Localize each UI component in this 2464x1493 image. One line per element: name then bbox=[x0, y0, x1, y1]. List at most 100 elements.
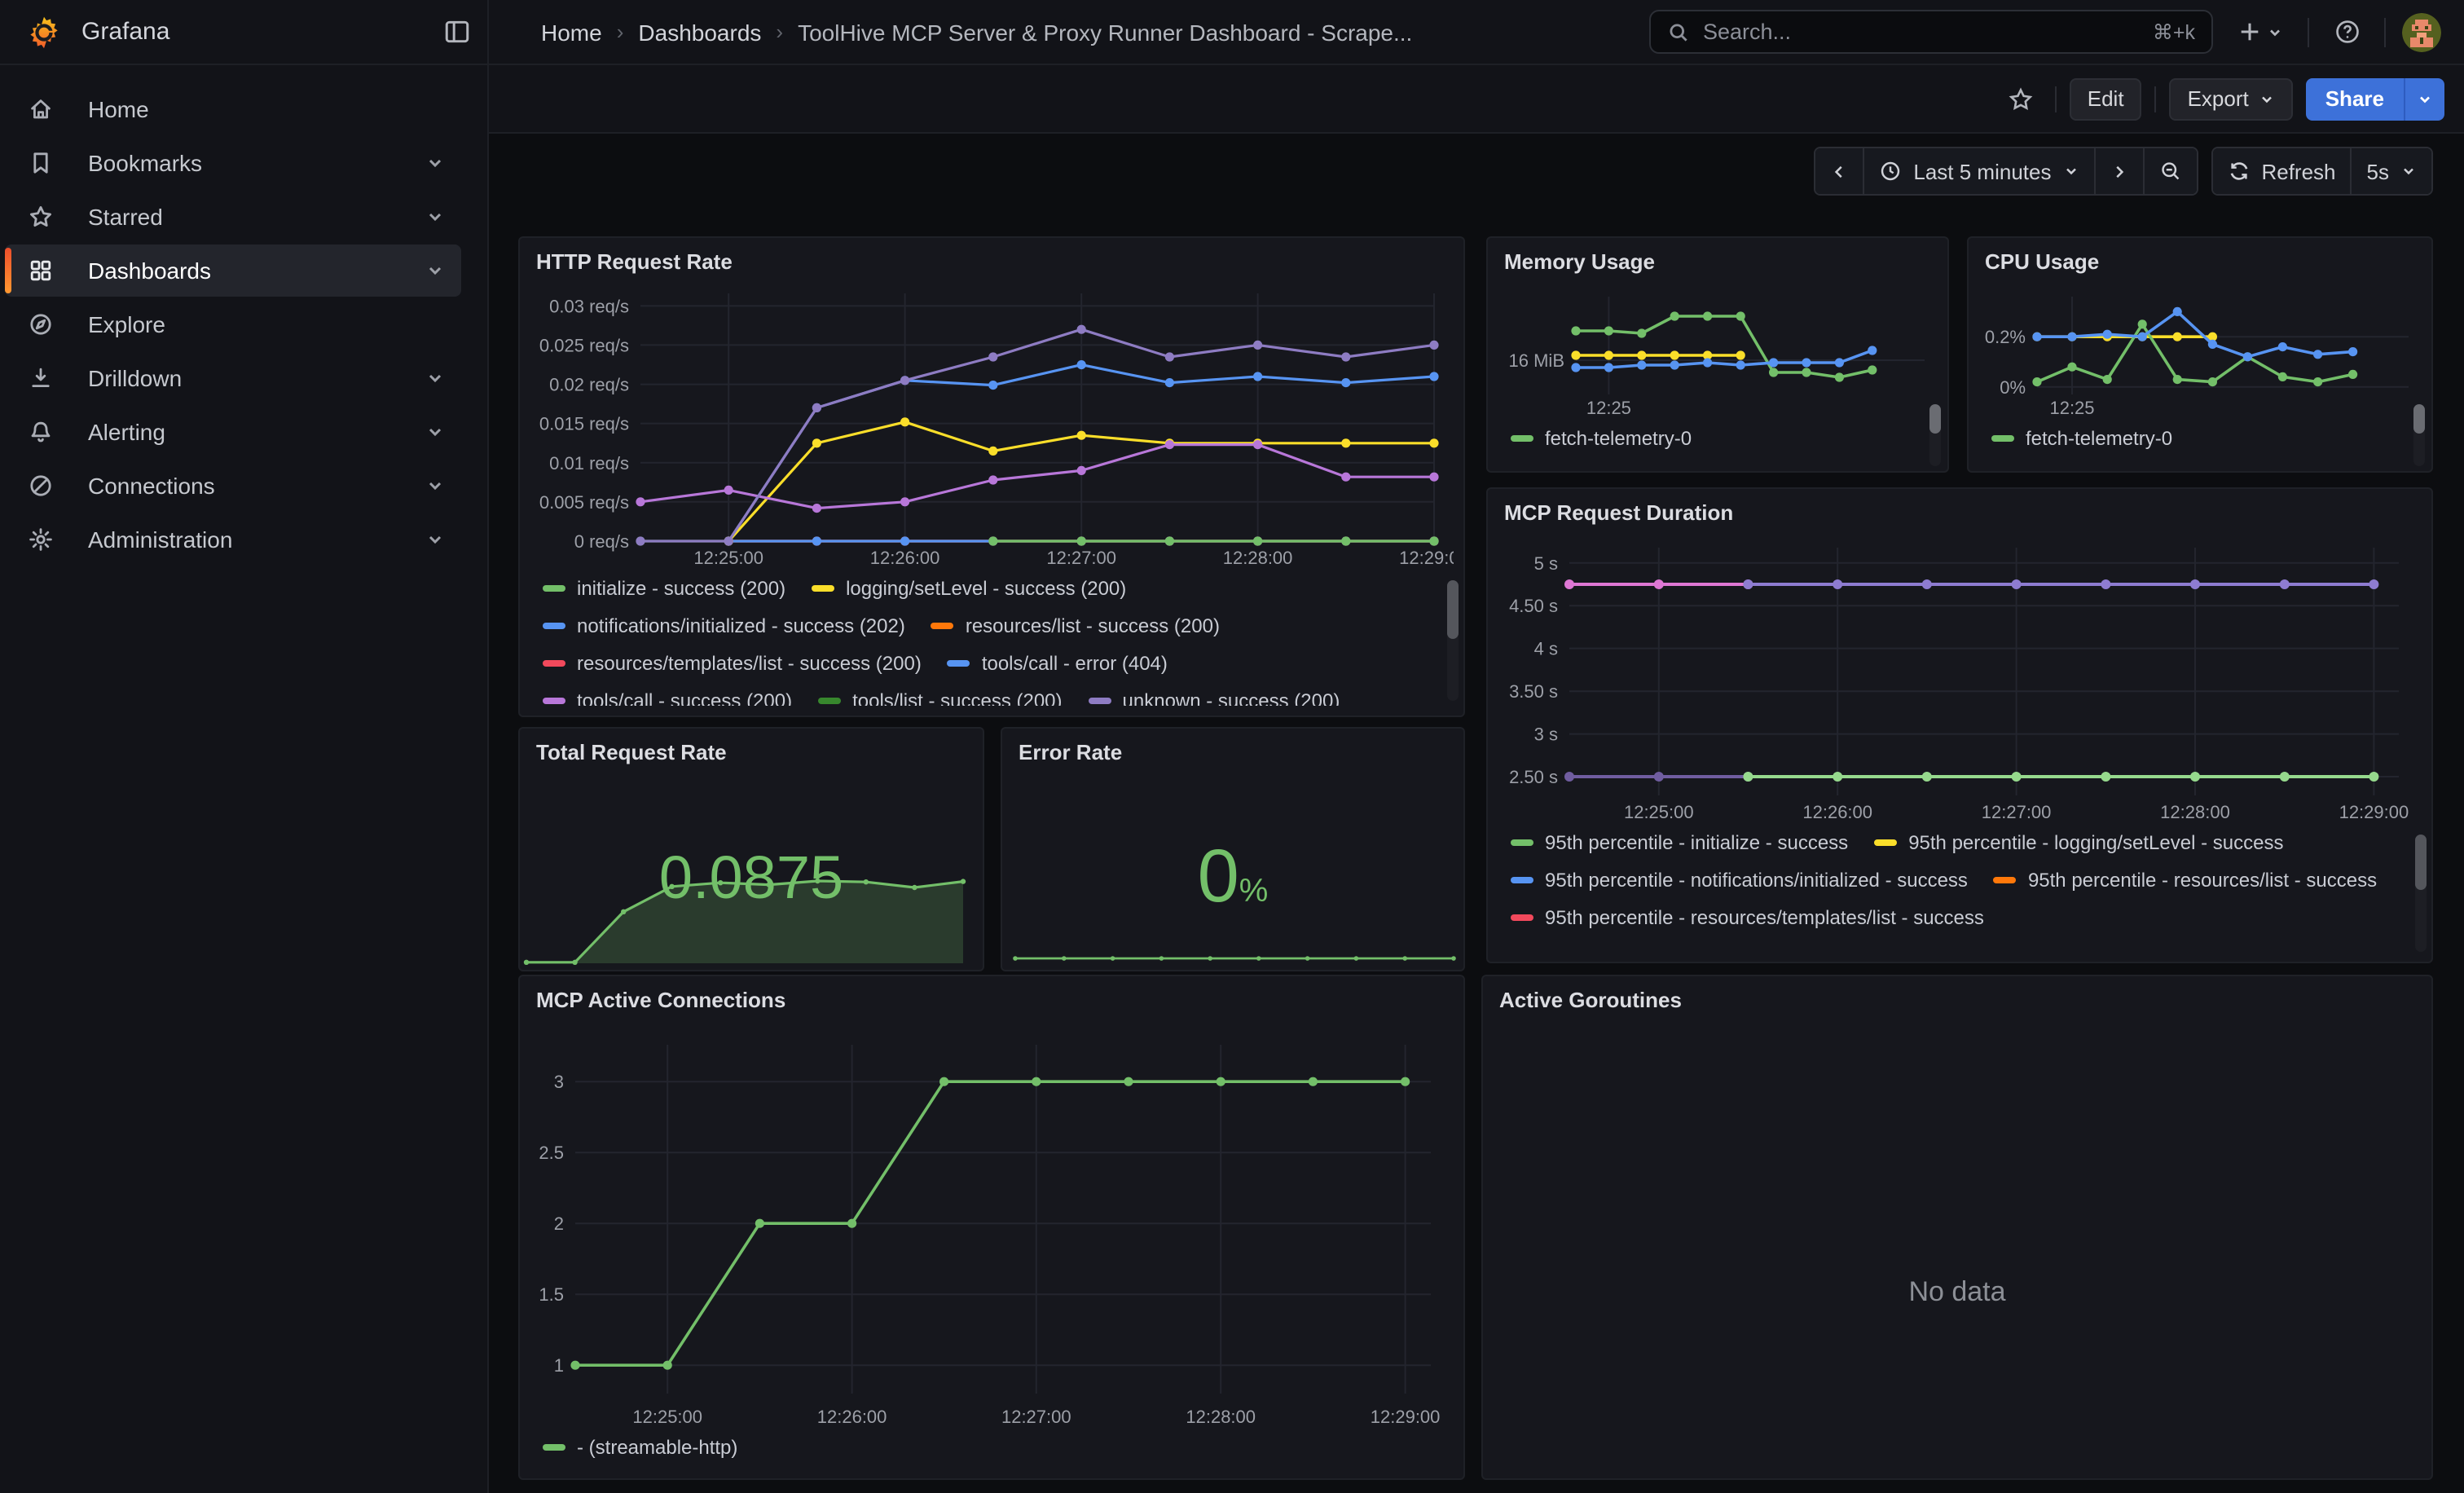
sidebar-item-dashboards[interactable]: Dashboards bbox=[5, 244, 461, 297]
breadcrumb-dashboards[interactable]: Dashboards bbox=[638, 19, 761, 45]
legend-item-tools-call-success-200-[interactable]: tools/call - success (200) bbox=[543, 689, 792, 706]
sidebar-item-connections[interactable]: Connections bbox=[5, 460, 461, 512]
legend-item-tools-list-success-200-[interactable]: tools/list - success (200) bbox=[818, 689, 1062, 706]
sidebar-item-alerting[interactable]: Alerting bbox=[5, 406, 461, 458]
panel-title[interactable]: Error Rate bbox=[1002, 729, 1463, 764]
legend-item-logging-setlevel-success-200-[interactable]: logging/setLevel - success (200) bbox=[812, 577, 1126, 600]
chevron-down-icon[interactable] bbox=[425, 422, 445, 442]
sidebar-item-home[interactable]: Home bbox=[5, 83, 461, 135]
legend-item--streamable-http-[interactable]: - (streamable-http) bbox=[543, 1436, 737, 1459]
time-shift-back-button[interactable] bbox=[1815, 148, 1864, 194]
time-range-picker[interactable]: Last 5 minutes bbox=[1864, 148, 2095, 194]
legend-item-resources-templates-list-success-200-[interactable]: resources/templates/list - success (200) bbox=[543, 652, 922, 675]
legend-item-unknown-success-200-[interactable]: unknown - success (200) bbox=[1089, 689, 1340, 706]
legend-scrollbar[interactable] bbox=[2413, 404, 2425, 466]
legend-item-resources-list-success-200-[interactable]: resources/list - success (200) bbox=[931, 614, 1220, 637]
stat-value: 0.0875 bbox=[520, 846, 983, 911]
legend-item-95th-percentile-resources-list-success[interactable]: 95th percentile - resources/list - succe… bbox=[1994, 869, 2377, 892]
breadcrumb-home[interactable]: Home bbox=[541, 19, 602, 45]
legend-color-pill bbox=[1511, 435, 1533, 442]
chevron-down-icon[interactable] bbox=[425, 153, 445, 173]
clock-icon bbox=[1879, 160, 1902, 183]
sidebar-item-explore[interactable]: Explore bbox=[5, 298, 461, 350]
sidebar-item-administration[interactable]: Administration bbox=[5, 513, 461, 566]
dock-sidebar-icon[interactable] bbox=[435, 11, 477, 53]
legend-item-tools-call-error-404-[interactable]: tools/call - error (404) bbox=[948, 652, 1168, 675]
chevron-down-icon[interactable] bbox=[425, 368, 445, 388]
breadcrumb-current: ToolHive MCP Server & Proxy Runner Dashb… bbox=[798, 19, 1412, 45]
header-divider bbox=[2308, 17, 2309, 46]
legend-item-95th-percentile-resources-templates-list-success[interactable]: 95th percentile - resources/templates/li… bbox=[1511, 906, 1984, 929]
memory-usage-chart[interactable]: 16 MiB12:25 bbox=[1501, 277, 1938, 425]
add-new-button[interactable] bbox=[2229, 11, 2291, 53]
chevron-down-icon[interactable] bbox=[425, 476, 445, 495]
compass-icon bbox=[28, 311, 54, 337]
mcp-active-connections-chart[interactable]: 32.521.5112:25:0012:26:0012:27:0012:28:0… bbox=[533, 1022, 1454, 1434]
legend-scrollbar[interactable] bbox=[1447, 580, 1459, 701]
time-shift-forward-button[interactable] bbox=[2095, 148, 2144, 194]
error-rate-sparkline[interactable] bbox=[1012, 945, 1454, 965]
legend-color-pill bbox=[543, 623, 565, 629]
plug-icon bbox=[28, 473, 54, 499]
legend-item-95th-percentile-notifications-initialized-success[interactable]: 95th percentile - notifications/initiali… bbox=[1511, 869, 1968, 892]
grafana-logo[interactable] bbox=[23, 11, 65, 53]
zoom-out-time-button[interactable] bbox=[2144, 148, 2196, 194]
legend-color-pill bbox=[543, 660, 565, 667]
svg-text:12:25:00: 12:25:00 bbox=[632, 1407, 702, 1427]
help-icon[interactable] bbox=[2325, 11, 2368, 53]
panel-title[interactable]: Memory Usage bbox=[1488, 238, 1947, 274]
svg-text:12:28:00: 12:28:00 bbox=[2160, 802, 2230, 822]
refresh-button[interactable]: Refresh bbox=[2212, 148, 2352, 194]
legend-color-pill bbox=[1994, 877, 2017, 883]
time-controls: Last 5 minutes bbox=[1814, 147, 2433, 196]
chevron-down-icon[interactable] bbox=[425, 207, 445, 227]
bell-icon bbox=[28, 419, 54, 445]
chevron-down-icon[interactable] bbox=[425, 261, 445, 280]
panel-title[interactable]: MCP Request Duration bbox=[1488, 489, 2431, 525]
legend-color-pill bbox=[1874, 839, 1897, 846]
panel-title[interactable]: Active Goroutines bbox=[1483, 976, 2431, 1012]
legend-item-fetch-telemetry-0[interactable]: fetch-telemetry-0 bbox=[1511, 427, 1692, 450]
svg-text:0.02 req/s: 0.02 req/s bbox=[549, 375, 629, 395]
bookmark-icon bbox=[28, 150, 54, 176]
http-request-rate-chart[interactable]: 0 req/s0.005 req/s0.01 req/s0.015 req/s0… bbox=[533, 280, 1454, 575]
legend-scrollbar[interactable] bbox=[2415, 835, 2427, 952]
search-shortcut: ⌘+k bbox=[2153, 20, 2195, 44]
no-data-message: No data bbox=[1483, 1276, 2431, 1309]
drilldown-icon bbox=[28, 365, 54, 391]
legend-color-pill bbox=[1511, 839, 1533, 846]
chevron-down-icon[interactable] bbox=[425, 530, 445, 549]
panel-memory-usage: Memory Usage 16 MiB12:25 fetch-telemetry… bbox=[1486, 236, 1949, 473]
legend-item-notifications-initialized-success-202-[interactable]: notifications/initialized - success (202… bbox=[543, 614, 905, 637]
top-header: Grafana Home › Dashboards › ToolHive MCP… bbox=[0, 0, 2464, 65]
legend-color-pill bbox=[1991, 435, 2014, 442]
user-avatar[interactable] bbox=[2402, 12, 2441, 51]
cpu-usage-chart[interactable]: 0.2%0%12:25 bbox=[1982, 277, 2425, 425]
panel-title[interactable]: CPU Usage bbox=[1969, 238, 2431, 274]
panel-title[interactable]: MCP Active Connections bbox=[520, 976, 1463, 1012]
sidebar-item-bookmarks[interactable]: Bookmarks bbox=[5, 137, 461, 189]
legend-item-fetch-telemetry-0[interactable]: fetch-telemetry-0 bbox=[1991, 427, 2172, 450]
legend-item-95th-percentile-initialize-success[interactable]: 95th percentile - initialize - success bbox=[1511, 831, 1848, 854]
breadcrumb: Home › Dashboards › ToolHive MCP Server … bbox=[489, 19, 1412, 45]
header-left: Grafana bbox=[0, 0, 489, 64]
svg-text:12:25: 12:25 bbox=[2049, 398, 2094, 418]
refresh-interval-dropdown[interactable]: 5s bbox=[2352, 148, 2431, 194]
svg-text:12:28:00: 12:28:00 bbox=[1186, 1407, 1256, 1427]
panel-title[interactable]: HTTP Request Rate bbox=[520, 238, 1463, 274]
mcp-request-duration-chart[interactable]: 5 s4.50 s4 s3.50 s3 s2.50 s12:25:0012:26… bbox=[1501, 531, 2422, 830]
legend-color-pill bbox=[1089, 698, 1111, 704]
legend-scrollbar[interactable] bbox=[1929, 404, 1941, 466]
legend-item-initialize-success-200-[interactable]: initialize - success (200) bbox=[543, 577, 785, 600]
sidebar-nav: Home Bookmarks Starred bbox=[0, 83, 487, 566]
sidebar-item-drilldown[interactable]: Drilldown bbox=[5, 352, 461, 404]
sidebar-item-starred[interactable]: Starred bbox=[5, 191, 461, 243]
svg-text:12:26:00: 12:26:00 bbox=[817, 1407, 887, 1427]
svg-text:3 s: 3 s bbox=[1534, 724, 1558, 745]
search-input[interactable]: Search... ⌘+k bbox=[1649, 10, 2213, 54]
legend-color-pill bbox=[543, 585, 565, 592]
legend-item-95th-percentile-logging-setlevel-success[interactable]: 95th percentile - logging/setLevel - suc… bbox=[1874, 831, 2283, 854]
svg-text:12:29:00: 12:29:00 bbox=[1399, 548, 1454, 568]
panel-title[interactable]: Total Request Rate bbox=[520, 729, 983, 764]
svg-text:12:27:00: 12:27:00 bbox=[1982, 802, 2052, 822]
